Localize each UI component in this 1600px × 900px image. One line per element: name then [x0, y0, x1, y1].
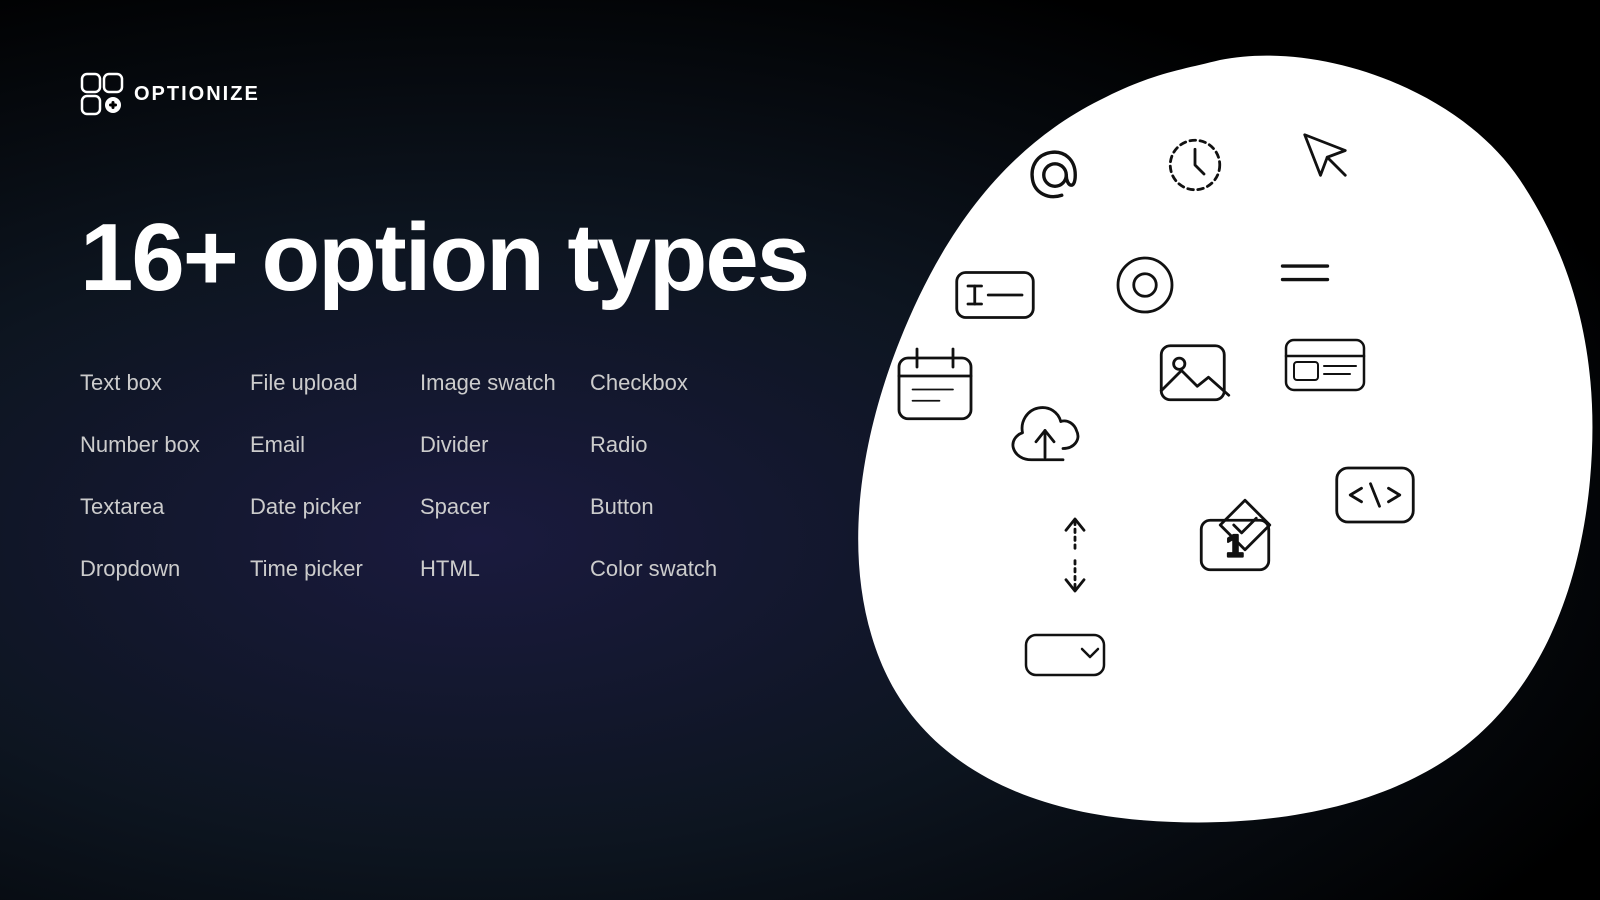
option-item-checkbox: Checkbox	[590, 370, 760, 396]
number-box-icon: 1	[1190, 500, 1280, 590]
option-item-dropdown: Dropdown	[80, 556, 250, 582]
logo-text: OPTIONIZE	[134, 83, 260, 106]
option-item-textarea: Textarea	[80, 494, 250, 520]
option-item-radio: Radio	[590, 432, 760, 458]
menu-icon	[1260, 230, 1350, 320]
clock-icon	[1150, 120, 1240, 210]
at-icon	[1010, 130, 1100, 220]
spacer-icon	[1030, 510, 1120, 600]
card-icon	[1280, 320, 1370, 410]
calendar-icon	[890, 340, 980, 430]
heading-title: 16+ option types	[80, 210, 808, 306]
option-item-divider: Divider	[420, 432, 590, 458]
main-heading: 16+ option types	[80, 210, 808, 306]
logo-icon	[80, 72, 124, 116]
pin-icon	[1280, 110, 1370, 200]
text-input-icon	[950, 250, 1040, 340]
option-item-file-upload: File upload	[250, 370, 420, 396]
upload-icon	[1000, 390, 1090, 480]
logo: OPTIONIZE	[80, 72, 260, 116]
code-icon	[1330, 450, 1420, 540]
dropdown-icon	[1020, 610, 1110, 700]
option-item-time-picker: Time picker	[250, 556, 420, 582]
svg-text:1: 1	[1226, 527, 1244, 563]
options-list: Text boxFile uploadImage swatchCheckbox N…	[80, 370, 760, 582]
option-item-spacer: Spacer	[420, 494, 590, 520]
radio-icon	[1100, 240, 1190, 330]
image-icon	[1150, 330, 1240, 420]
option-item-color-swatch: Color swatch	[590, 556, 760, 582]
option-item-button: Button	[590, 494, 760, 520]
option-item-date-picker: Date picker	[250, 494, 420, 520]
icons-container: 1	[830, 50, 1590, 870]
option-item-text-box: Text box	[80, 370, 250, 396]
option-item-html: HTML	[420, 556, 590, 582]
option-item-image-swatch: Image swatch	[420, 370, 590, 396]
option-item-number-box: Number box	[80, 432, 250, 458]
option-item-email: Email	[250, 432, 420, 458]
